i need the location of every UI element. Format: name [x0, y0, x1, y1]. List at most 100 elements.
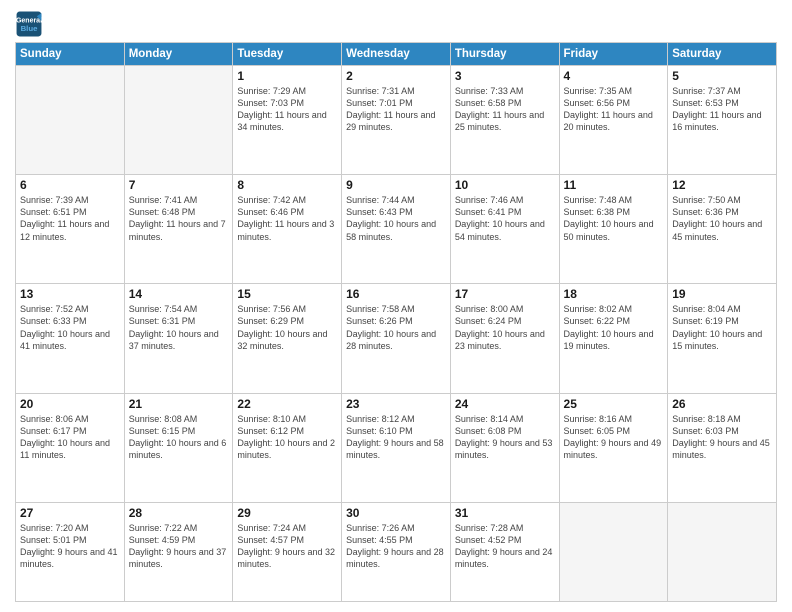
day-info: Sunrise: 7:54 AM Sunset: 6:31 PM Dayligh…: [129, 303, 229, 352]
calendar-cell: 15Sunrise: 7:56 AM Sunset: 6:29 PM Dayli…: [233, 284, 342, 393]
day-info: Sunrise: 8:06 AM Sunset: 6:17 PM Dayligh…: [20, 413, 120, 462]
day-number: 18: [564, 287, 664, 301]
day-of-week-header: Wednesday: [342, 43, 451, 66]
day-number: 11: [564, 178, 664, 192]
calendar-cell: [559, 502, 668, 601]
calendar-cell: 23 Sunrise: 8:12 AM Sunset: 6:10 PM Dayli…: [342, 393, 451, 502]
day-number: 12: [672, 178, 772, 192]
day-number: 13: [20, 287, 120, 301]
day-info: Sunrise: 7:39 AM Sunset: 6:51 PM Dayligh…: [20, 194, 120, 243]
day-number: 6: [20, 178, 120, 192]
calendar-cell: 4 Sunrise: 7:35 AM Sunset: 6:56 PM Daylig…: [559, 66, 668, 175]
day-number: 19: [672, 287, 772, 301]
calendar-cell: 24 Sunrise: 8:14 AM Sunset: 6:08 PM Dayli…: [450, 393, 559, 502]
day-number: 10: [455, 178, 555, 192]
calendar-cell: 5Sunrise: 7:37 AM Sunset: 6:53 PM Daylig…: [668, 66, 777, 175]
day-info: Sunrise: 7:24 AM Sunset: 4:57 PM Dayligh…: [237, 522, 337, 571]
day-number: 7: [129, 178, 229, 192]
day-number: 22: [237, 397, 337, 411]
calendar-cell: 11Sunrise: 7:48 AM Sunset: 6:38 PM Dayli…: [559, 175, 668, 284]
calendar-week-row: 1 Sunrise: 7:29 AM Sunset: 7:03 PM Daylig…: [16, 66, 777, 175]
logo: General Blue: [15, 10, 43, 38]
calendar-cell: 27 Sunrise: 7:20 AM Sunset: 5:01 PM Dayli…: [16, 502, 125, 601]
day-of-week-header: Friday: [559, 43, 668, 66]
day-info: Sunrise: 7:37 AM Sunset: 6:53 PM Dayligh…: [672, 85, 772, 134]
day-info: Sunrise: 7:52 AM Sunset: 6:33 PM Dayligh…: [20, 303, 120, 352]
calendar-cell: 25 Sunrise: 8:16 AM Sunset: 6:05 PM Dayli…: [559, 393, 668, 502]
day-of-week-header: Monday: [124, 43, 233, 66]
calendar-cell: 30 Sunrise: 7:26 AM Sunset: 4:55 PM Dayli…: [342, 502, 451, 601]
day-number: 8: [237, 178, 337, 192]
calendar-week-row: 6 Sunrise: 7:39 AM Sunset: 6:51 PM Daylig…: [16, 175, 777, 284]
calendar-cell: [124, 66, 233, 175]
day-number: 25: [564, 397, 664, 411]
logo-icon: General Blue: [15, 10, 43, 38]
calendar-header-row: SundayMondayTuesdayWednesdayThursdayFrid…: [16, 43, 777, 66]
page: General Blue SundayMondayTuesdayWednesda…: [0, 0, 792, 612]
day-info: Sunrise: 8:18 AM Sunset: 6:03 PM Dayligh…: [672, 413, 772, 462]
day-info: Sunrise: 7:44 AM Sunset: 6:43 PM Dayligh…: [346, 194, 446, 243]
day-info: Sunrise: 7:42 AM Sunset: 6:46 PM Dayligh…: [237, 194, 337, 243]
day-number: 2: [346, 69, 446, 83]
day-number: 26: [672, 397, 772, 411]
calendar-week-row: 27 Sunrise: 7:20 AM Sunset: 5:01 PM Dayli…: [16, 502, 777, 601]
calendar-cell: 14 Sunrise: 7:54 AM Sunset: 6:31 PM Dayli…: [124, 284, 233, 393]
day-number: 24: [455, 397, 555, 411]
day-number: 16: [346, 287, 446, 301]
day-info: Sunrise: 7:29 AM Sunset: 7:03 PM Dayligh…: [237, 85, 337, 134]
day-info: Sunrise: 7:35 AM Sunset: 6:56 PM Dayligh…: [564, 85, 664, 134]
day-info: Sunrise: 7:58 AM Sunset: 6:26 PM Dayligh…: [346, 303, 446, 352]
day-number: 1: [237, 69, 337, 83]
day-number: 31: [455, 506, 555, 520]
day-number: 27: [20, 506, 120, 520]
day-info: Sunrise: 8:00 AM Sunset: 6:24 PM Dayligh…: [455, 303, 555, 352]
day-info: Sunrise: 7:20 AM Sunset: 5:01 PM Dayligh…: [20, 522, 120, 571]
day-of-week-header: Tuesday: [233, 43, 342, 66]
day-info: Sunrise: 8:12 AM Sunset: 6:10 PM Dayligh…: [346, 413, 446, 462]
day-of-week-header: Thursday: [450, 43, 559, 66]
day-info: Sunrise: 8:04 AM Sunset: 6:19 PM Dayligh…: [672, 303, 772, 352]
day-number: 4: [564, 69, 664, 83]
day-info: Sunrise: 7:31 AM Sunset: 7:01 PM Dayligh…: [346, 85, 446, 134]
calendar-cell: [16, 66, 125, 175]
day-of-week-header: Sunday: [16, 43, 125, 66]
day-info: Sunrise: 7:26 AM Sunset: 4:55 PM Dayligh…: [346, 522, 446, 571]
calendar-cell: 18 Sunrise: 8:02 AM Sunset: 6:22 PM Dayli…: [559, 284, 668, 393]
day-number: 9: [346, 178, 446, 192]
calendar-cell: [668, 502, 777, 601]
calendar-cell: 9 Sunrise: 7:44 AM Sunset: 6:43 PM Daylig…: [342, 175, 451, 284]
day-info: Sunrise: 8:02 AM Sunset: 6:22 PM Dayligh…: [564, 303, 664, 352]
calendar-cell: 26 Sunrise: 8:18 AM Sunset: 6:03 PM Dayli…: [668, 393, 777, 502]
day-number: 28: [129, 506, 229, 520]
day-number: 29: [237, 506, 337, 520]
day-number: 23: [346, 397, 446, 411]
calendar-cell: 3 Sunrise: 7:33 AM Sunset: 6:58 PM Daylig…: [450, 66, 559, 175]
calendar-cell: 7 Sunrise: 7:41 AM Sunset: 6:48 PM Daylig…: [124, 175, 233, 284]
calendar-cell: 13 Sunrise: 7:52 AM Sunset: 6:33 PM Dayli…: [16, 284, 125, 393]
day-info: Sunrise: 7:50 AM Sunset: 6:36 PM Dayligh…: [672, 194, 772, 243]
svg-text:Blue: Blue: [21, 24, 39, 33]
calendar-table: SundayMondayTuesdayWednesdayThursdayFrid…: [15, 42, 777, 602]
day-info: Sunrise: 8:16 AM Sunset: 6:05 PM Dayligh…: [564, 413, 664, 462]
day-info: Sunrise: 7:33 AM Sunset: 6:58 PM Dayligh…: [455, 85, 555, 134]
day-number: 3: [455, 69, 555, 83]
day-number: 30: [346, 506, 446, 520]
day-number: 21: [129, 397, 229, 411]
day-info: Sunrise: 8:10 AM Sunset: 6:12 PM Dayligh…: [237, 413, 337, 462]
day-info: Sunrise: 7:41 AM Sunset: 6:48 PM Dayligh…: [129, 194, 229, 243]
calendar-cell: 6 Sunrise: 7:39 AM Sunset: 6:51 PM Daylig…: [16, 175, 125, 284]
day-info: Sunrise: 8:14 AM Sunset: 6:08 PM Dayligh…: [455, 413, 555, 462]
day-info: Sunrise: 7:46 AM Sunset: 6:41 PM Dayligh…: [455, 194, 555, 243]
calendar-cell: 16 Sunrise: 7:58 AM Sunset: 6:26 PM Dayli…: [342, 284, 451, 393]
header: General Blue: [15, 10, 777, 38]
calendar-week-row: 20Sunrise: 8:06 AM Sunset: 6:17 PM Dayli…: [16, 393, 777, 502]
day-number: 14: [129, 287, 229, 301]
calendar-cell: 29 Sunrise: 7:24 AM Sunset: 4:57 PM Dayli…: [233, 502, 342, 601]
day-info: Sunrise: 7:22 AM Sunset: 4:59 PM Dayligh…: [129, 522, 229, 571]
day-info: Sunrise: 7:56 AM Sunset: 6:29 PM Dayligh…: [237, 303, 337, 352]
day-info: Sunrise: 7:28 AM Sunset: 4:52 PM Dayligh…: [455, 522, 555, 571]
calendar-cell: 19 Sunrise: 8:04 AM Sunset: 6:19 PM Dayli…: [668, 284, 777, 393]
calendar-cell: 28 Sunrise: 7:22 AM Sunset: 4:59 PM Dayli…: [124, 502, 233, 601]
calendar-cell: 21Sunrise: 8:08 AM Sunset: 6:15 PM Dayli…: [124, 393, 233, 502]
calendar-cell: 10 Sunrise: 7:46 AM Sunset: 6:41 PM Dayli…: [450, 175, 559, 284]
